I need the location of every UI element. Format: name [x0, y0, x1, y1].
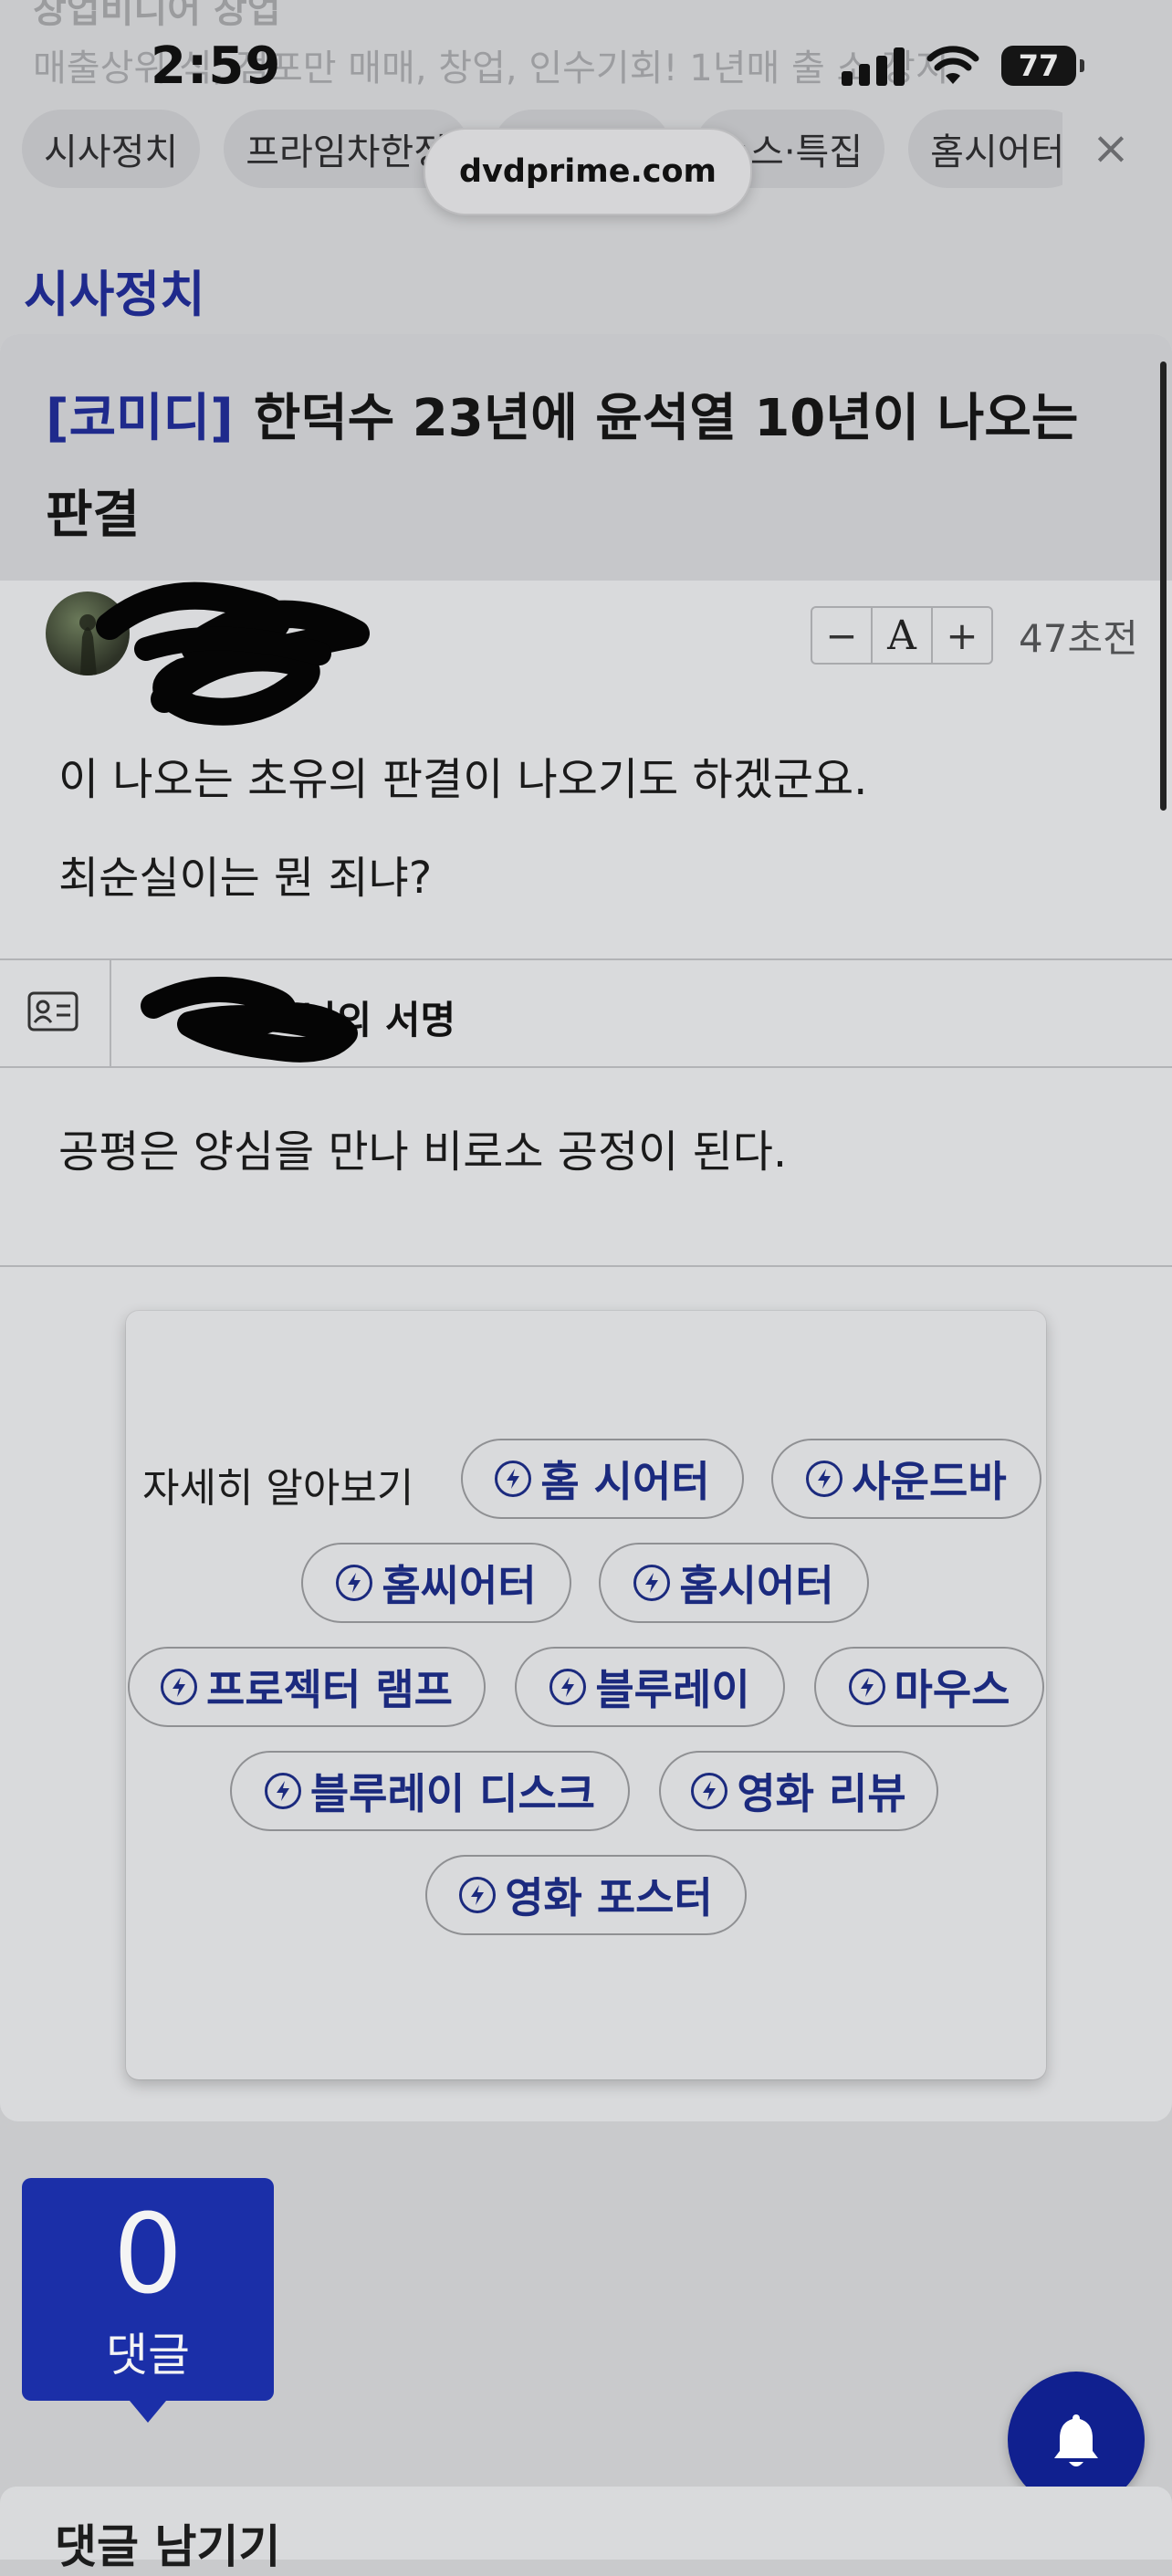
- keyword-chip[interactable]: 홈 시어터: [461, 1439, 744, 1519]
- post-category-tag[interactable]: [코미디]: [46, 389, 234, 448]
- status-indicators: 77: [842, 46, 1084, 86]
- post-time: 47초전: [1019, 616, 1138, 661]
- learn-more-label: 자세히 알아보기: [142, 1465, 414, 1512]
- font-decrease-button[interactable]: −: [812, 608, 873, 663]
- bolt-icon: [806, 1461, 843, 1497]
- bolt-icon: [161, 1669, 198, 1705]
- bell-icon: [1054, 2414, 1098, 2466]
- learn-more-box: 자세히 알아보기 홈 시어터 사운드바 홈씨어터 홈시어터 프로젝터 램프 블루…: [126, 1311, 1046, 2079]
- font-size-controls: − A +: [811, 606, 993, 665]
- keyword-chip[interactable]: 영화 포스터: [425, 1855, 747, 1935]
- redacted-signature-name: [141, 977, 358, 1063]
- post-body-line: 최순실이는 뭔 죄냐?: [58, 853, 433, 904]
- keyword-chip[interactable]: 마우스: [814, 1647, 1044, 1727]
- divider: [110, 960, 111, 1066]
- keyword-chip-label: 홈씨어터: [382, 1561, 537, 1610]
- scrollbar[interactable]: [1160, 361, 1167, 811]
- close-icon[interactable]: ×: [1092, 120, 1130, 175]
- status-time: 2:59: [151, 37, 282, 96]
- keyword-chip-label: 사운드바: [852, 1457, 1007, 1506]
- keyword-chip[interactable]: 블루레이: [515, 1647, 785, 1727]
- comment-count: 0: [112, 2192, 183, 2319]
- battery-icon: 77: [1001, 46, 1084, 86]
- category-chip[interactable]: 시사정치: [22, 110, 201, 188]
- bolt-icon: [848, 1669, 885, 1705]
- keyword-chip-label: 블루레이: [595, 1665, 750, 1714]
- wifi-icon: [926, 46, 979, 86]
- battery-level: 77: [1018, 48, 1060, 83]
- keyword-chip-label: 홈 시어터: [540, 1457, 710, 1506]
- bolt-icon: [336, 1565, 373, 1601]
- keyword-chip-label: 블루레이 디스크: [309, 1769, 596, 1818]
- post-card: [코미디] 한덕수 23년에 윤석열 10년이 나오는 판결 − A + 47초전…: [0, 334, 1172, 2121]
- redacted-username: [96, 581, 370, 726]
- keyword-chip[interactable]: 홈시어터: [599, 1543, 869, 1623]
- category-chip[interactable]: 홈시어터: [908, 110, 1062, 188]
- keyword-chip[interactable]: 홈씨어터: [301, 1543, 571, 1623]
- section-title[interactable]: 시사정치: [24, 254, 205, 326]
- divider: [0, 1265, 1172, 1267]
- keyword-chip[interactable]: 영화 리뷰: [659, 1751, 938, 1831]
- signature-header: 님의 서명: [0, 958, 1172, 1068]
- post-title-block: [코미디] 한덕수 23년에 윤석열 10년이 나오는 판결: [0, 334, 1172, 581]
- url-bar[interactable]: dvdprime.com: [424, 128, 752, 215]
- signature-text: 공평은 양심을 만나 비로소 공정이 된다.: [58, 1126, 788, 1178]
- comment-write-title[interactable]: 댓글 남기기: [55, 2510, 280, 2576]
- keyword-chip-label: 마우스: [894, 1665, 1010, 1714]
- bolt-icon: [691, 1773, 728, 1809]
- post-body-line: 이 나오는 초유의 판결이 나오기도 하겠군요.: [58, 754, 868, 805]
- comment-write-card: 댓글 남기기: [0, 2487, 1172, 2573]
- keyword-chip[interactable]: 사운드바: [771, 1439, 1041, 1519]
- comment-count-badge[interactable]: 0 댓글: [22, 2178, 274, 2423]
- keyword-chip-label: 영화 포스터: [505, 1873, 713, 1922]
- font-increase-button[interactable]: +: [933, 608, 991, 663]
- post-title: [코미디] 한덕수 23년에 윤석열 10년이 나오는 판결: [46, 371, 1132, 564]
- keyword-chip-label: 영화 리뷰: [737, 1769, 906, 1818]
- profile-card-icon: [27, 991, 78, 1031]
- comment-label: 댓글: [106, 2329, 190, 2382]
- keyword-chip[interactable]: 프로젝터 램프: [128, 1647, 486, 1727]
- bolt-icon: [459, 1877, 497, 1913]
- keyword-chip-label: 홈시어터: [679, 1561, 834, 1610]
- ad-title[interactable]: 창업비디어 창업: [33, 0, 281, 33]
- bolt-icon: [264, 1773, 301, 1809]
- keyword-chip[interactable]: 블루레이 디스크: [230, 1751, 630, 1831]
- signal-icon: [842, 46, 905, 86]
- font-reset-button[interactable]: A: [873, 608, 933, 663]
- bolt-icon: [549, 1669, 587, 1705]
- bolt-icon: [495, 1461, 532, 1497]
- bolt-icon: [633, 1565, 671, 1601]
- keyword-chip-label: 프로젝터 램프: [206, 1665, 453, 1714]
